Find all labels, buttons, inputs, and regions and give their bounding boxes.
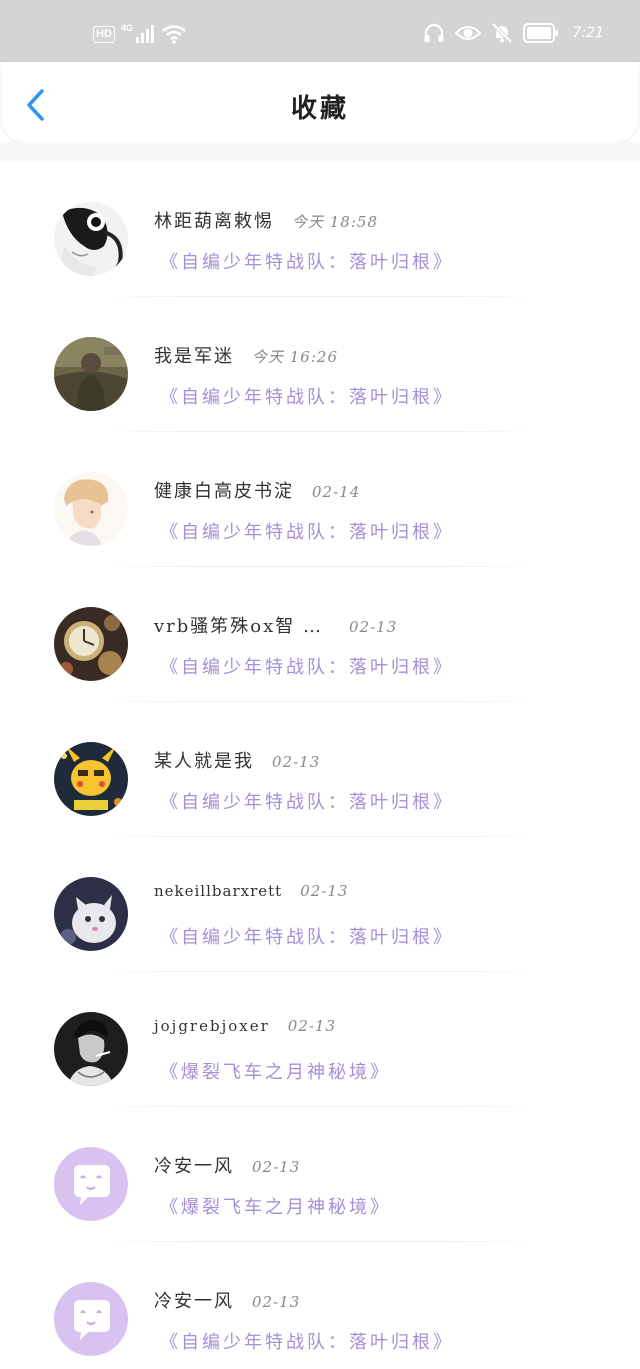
- timestamp: 02-13: [252, 1293, 301, 1311]
- wifi-icon: [162, 25, 186, 44]
- user-name: 冷安一风: [154, 1291, 234, 1312]
- section-gap: [0, 142, 640, 162]
- item-header: nekeillbarxrett 02-13: [154, 882, 348, 900]
- timestamp: 02-14: [312, 483, 361, 501]
- book-title-link[interactable]: 《自编少年特战队：落叶归根》: [160, 518, 454, 544]
- book-title-link[interactable]: 《自编少年特战队：落叶归根》: [160, 923, 454, 949]
- status-bar: HD 4G 7:21: [0, 0, 640, 62]
- avatar[interactable]: [54, 742, 128, 816]
- list-item[interactable]: vrb骚笫殊ox智 … 02-13 《自编少年特战队：落叶归根》: [0, 567, 640, 702]
- avatar-clock-image: [54, 607, 128, 681]
- headphones-icon: [424, 23, 444, 42]
- hd-badge: HD: [93, 25, 115, 43]
- avatar[interactable]: [54, 1147, 128, 1221]
- eye-icon: [454, 26, 481, 40]
- avatar[interactable]: [54, 337, 128, 411]
- user-name: 健康白高皮书淀: [154, 481, 294, 502]
- timestamp: 今天 18:58: [292, 213, 378, 231]
- item-header: 某人就是我 02-13: [154, 747, 320, 773]
- item-header: 林距葫离敕惕 今天 18:58: [154, 207, 378, 233]
- mute-bell-icon: [491, 22, 512, 44]
- avatar[interactable]: [54, 1282, 128, 1356]
- item-header: 我是军迷 今天 16:26: [154, 342, 338, 368]
- user-name: 某人就是我: [154, 751, 254, 772]
- timestamp: 今天 16:26: [252, 348, 338, 366]
- timestamp: 02-13: [252, 1158, 301, 1176]
- default-avatar-chat-icon: [54, 1147, 128, 1221]
- item-header: vrb骚笫殊ox智 … 02-13: [154, 612, 397, 638]
- avatar-bw-girl-image: [54, 202, 128, 276]
- list-item[interactable]: 冷安一风 02-13 《自编少年特战队：落叶归根》: [0, 1242, 640, 1369]
- timestamp: 02-13: [349, 618, 398, 636]
- book-title-link[interactable]: 《自编少年特战队：落叶归根》: [160, 788, 454, 814]
- book-title-link[interactable]: 《自编少年特战队：落叶归根》: [160, 1328, 454, 1354]
- page-title: 收藏: [290, 94, 349, 124]
- network-type: 4G: [120, 23, 133, 33]
- book-title-link[interactable]: 《自编少年特战队：落叶归根》: [160, 383, 454, 409]
- avatar-blonde-boy-image: [54, 472, 128, 546]
- clock-time: 7:21: [572, 25, 604, 41]
- timestamp: 02-13: [272, 753, 321, 771]
- avatar[interactable]: [54, 202, 128, 276]
- timestamp: 02-13: [300, 882, 349, 900]
- book-title-link[interactable]: 《自编少年特战队：落叶归根》: [160, 653, 454, 679]
- list-item[interactable]: 我是军迷 今天 16:26 《自编少年特战队：落叶归根》: [0, 297, 640, 432]
- user-name: 林距葫离敕惕: [154, 211, 274, 232]
- user-name: nekeillbarxrett: [154, 882, 283, 900]
- avatar[interactable]: [54, 877, 128, 951]
- signal-icon: [135, 25, 154, 43]
- status-right: 7:21: [423, 22, 604, 44]
- item-header: 健康白高皮书淀 02-14: [154, 477, 360, 503]
- avatar-white-cat-image: [54, 877, 128, 951]
- default-avatar-chat-icon: [54, 1282, 128, 1356]
- user-name: 冷安一风: [154, 1156, 234, 1177]
- timestamp: 02-13: [287, 1017, 337, 1035]
- item-header: jojgrebjoxer 02-13: [154, 1017, 336, 1035]
- status-left: HD 4G: [93, 23, 187, 44]
- avatar-soldier-image: [54, 337, 128, 411]
- item-header: 冷安一风 02-13: [154, 1152, 300, 1178]
- avatar[interactable]: [54, 1012, 128, 1086]
- avatar[interactable]: [54, 472, 128, 546]
- list-item[interactable]: 林距葫离敕惕 今天 18:58 《自编少年特战队：落叶归根》: [0, 162, 640, 297]
- item-header: 冷安一风 02-13: [154, 1287, 300, 1313]
- user-name: vrb骚笫殊ox智 …: [154, 616, 324, 637]
- avatar-pikachu-image: [54, 742, 128, 816]
- avatar-smoker-image: [54, 1012, 128, 1086]
- favorites-list: 林距葫离敕惕 今天 18:58 《自编少年特战队：落叶归根》 我是军迷 今天 1…: [0, 162, 640, 1369]
- book-title-link[interactable]: 《爆裂飞车之月神秘境》: [160, 1058, 391, 1084]
- header-bar: 收藏: [2, 62, 638, 142]
- user-name: 我是军迷: [154, 346, 234, 367]
- list-item[interactable]: jojgrebjoxer 02-13 《爆裂飞车之月神秘境》: [0, 972, 640, 1107]
- list-item[interactable]: 健康白高皮书淀 02-14 《自编少年特战队：落叶归根》: [0, 432, 640, 567]
- list-item[interactable]: nekeillbarxrett 02-13 《自编少年特战队：落叶归根》: [0, 837, 640, 972]
- user-name: jojgrebjoxer: [154, 1017, 270, 1035]
- battery-icon: [522, 23, 558, 43]
- book-title-link[interactable]: 《爆裂飞车之月神秘境》: [160, 1193, 391, 1219]
- list-item[interactable]: 冷安一风 02-13 《爆裂飞车之月神秘境》: [0, 1107, 640, 1242]
- list-item[interactable]: 某人就是我 02-13 《自编少年特战队：落叶归根》: [0, 702, 640, 837]
- book-title-link[interactable]: 《自编少年特战队：落叶归根》: [160, 248, 454, 274]
- avatar[interactable]: [54, 607, 128, 681]
